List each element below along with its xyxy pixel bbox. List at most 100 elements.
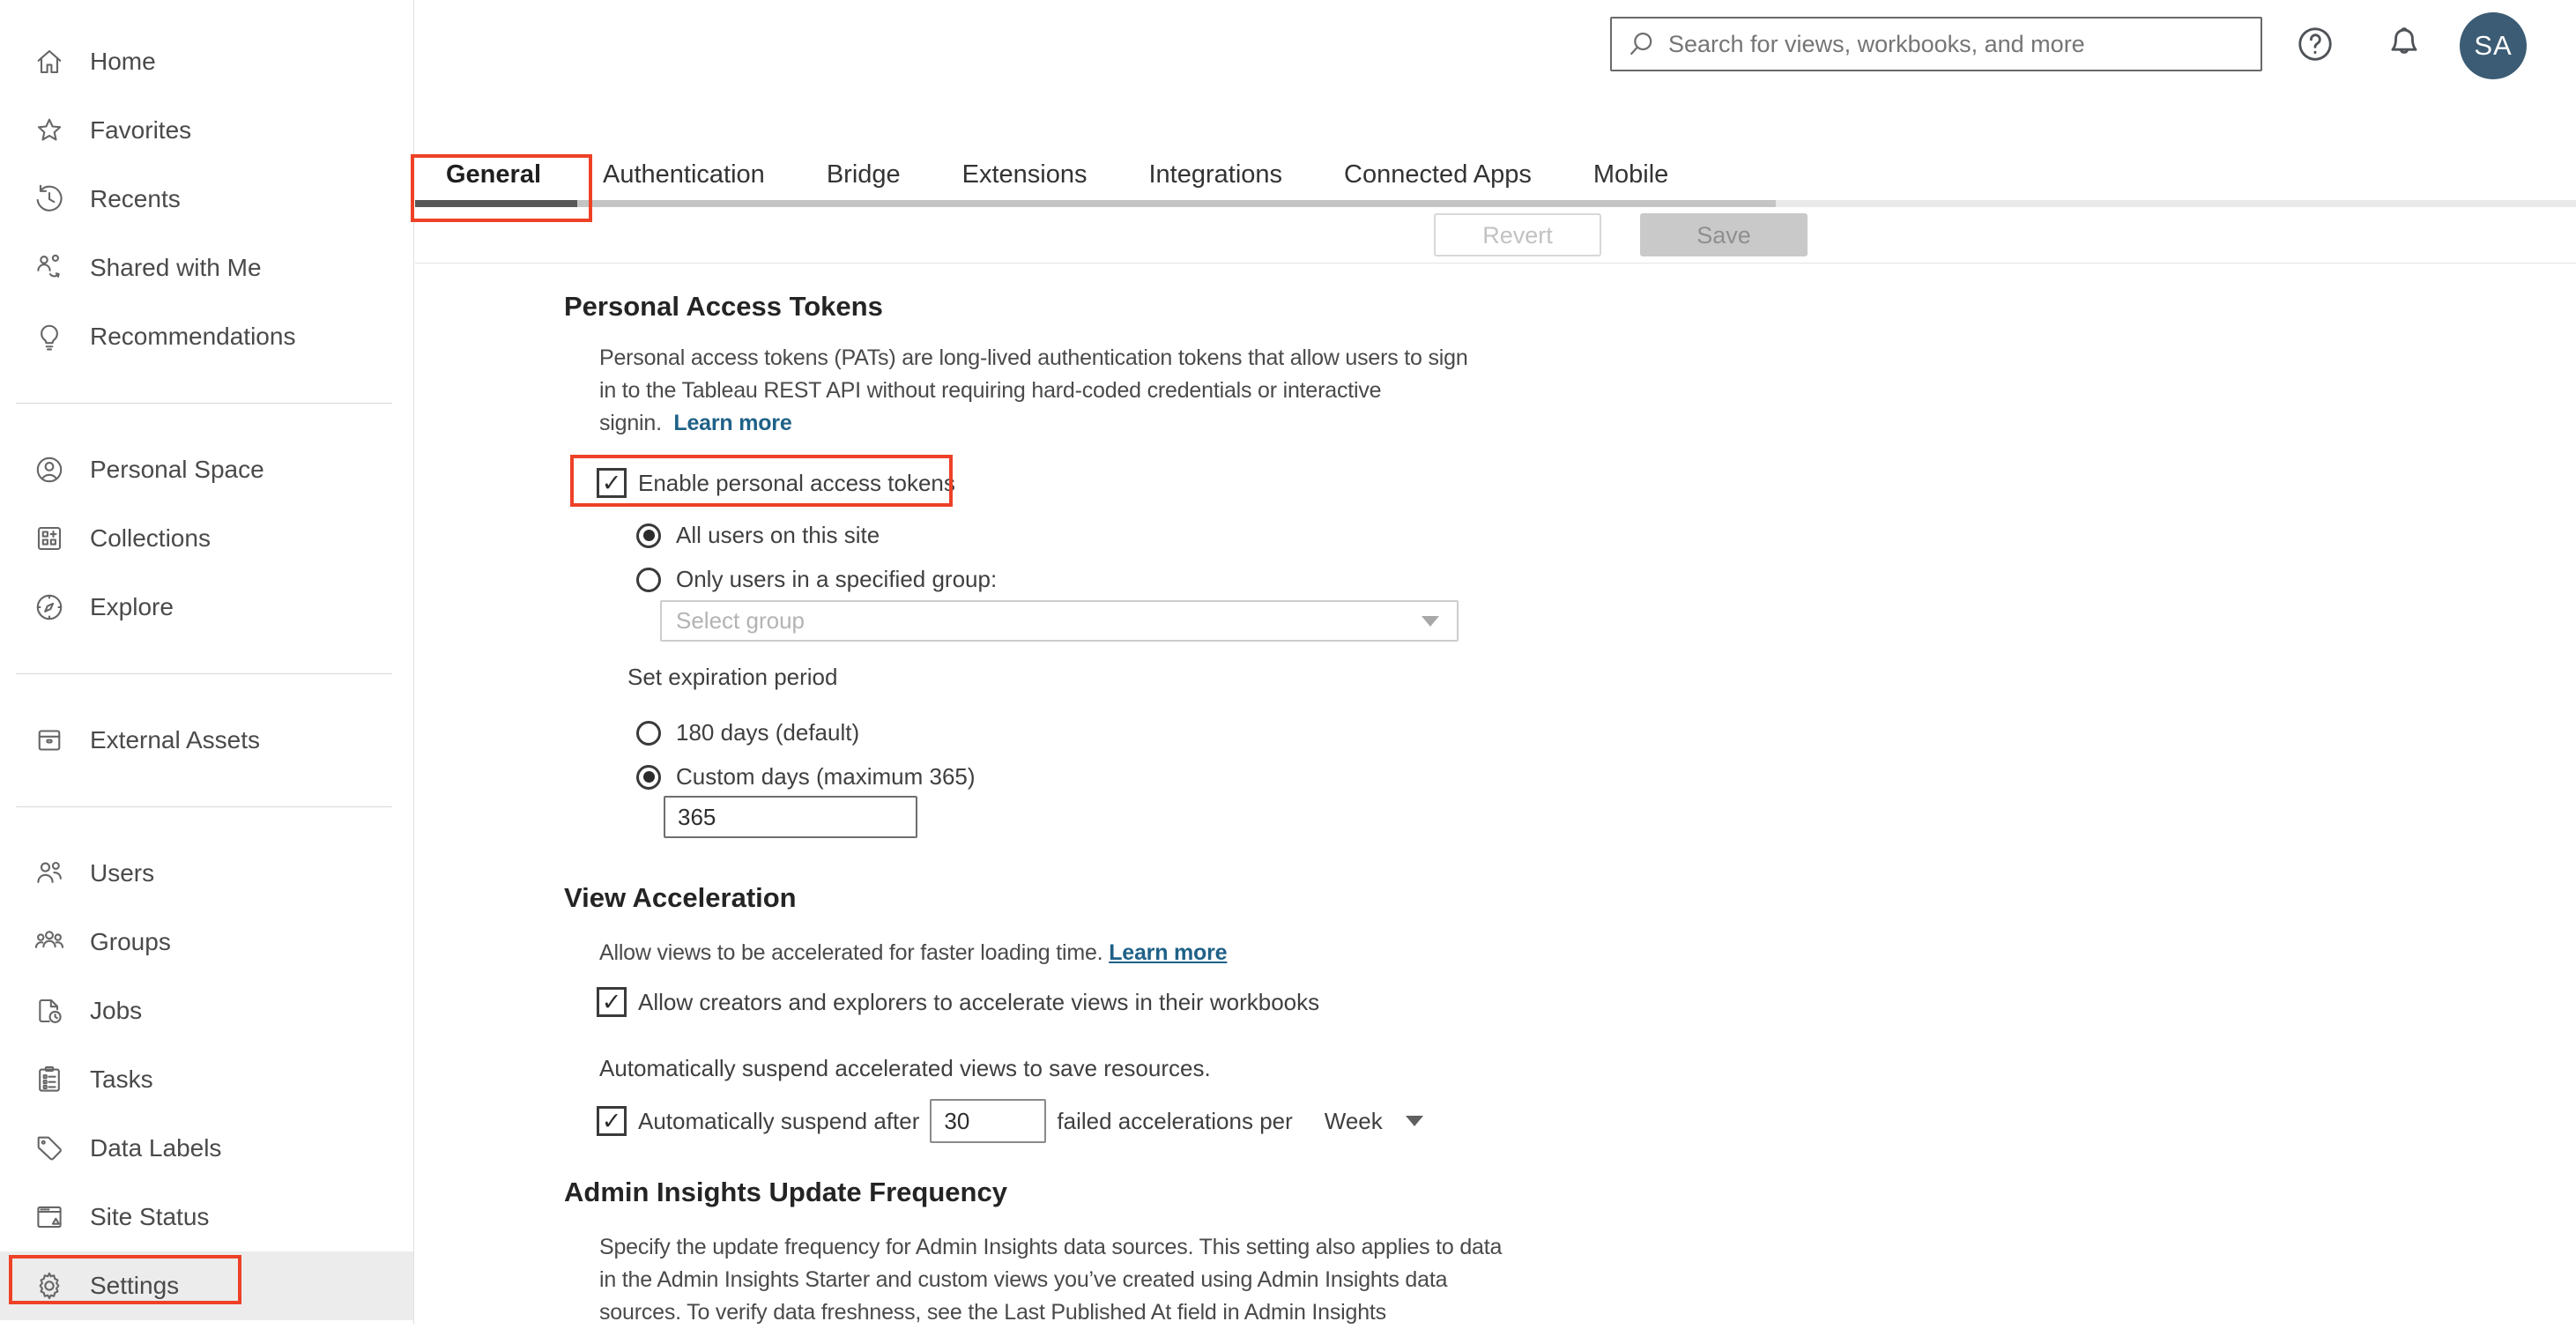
- sidebar-item-label: Recents: [90, 185, 181, 212]
- save-button[interactable]: Save: [1640, 213, 1808, 256]
- recents-icon: [33, 183, 65, 215]
- expiration-period-label: Set expiration period: [627, 664, 838, 690]
- view-acceleration-learn-more-link[interactable]: Learn more: [1109, 940, 1227, 965]
- sidebar-item-tasks[interactable]: Tasks: [0, 1045, 413, 1114]
- star-icon: [33, 115, 65, 146]
- select-group-dropdown[interactable]: Select group: [660, 600, 1459, 642]
- all-users-label: All users on this site: [676, 522, 880, 548]
- suspend-description: Automatically suspend accelerated views …: [599, 1055, 1211, 1081]
- allow-accelerate-row: Allow creators and explorers to accelera…: [597, 987, 1319, 1017]
- sidebar-item-label: Collections: [90, 524, 211, 552]
- collections-icon: [33, 523, 65, 554]
- tab-extensions[interactable]: Extensions: [962, 160, 1088, 189]
- sidebar-item-label: Tasks: [90, 1065, 153, 1093]
- sidebar-item-groups[interactable]: Groups: [0, 908, 413, 976]
- enable-pat-checkbox[interactable]: [597, 468, 627, 498]
- sidebar-item-collections[interactable]: Collections: [0, 504, 413, 573]
- custom-days-label: Custom days (maximum 365): [676, 763, 976, 790]
- avatar[interactable]: SA: [2460, 12, 2527, 79]
- view-acceleration-description-text: Allow views to be accelerated for faster…: [599, 940, 1103, 965]
- specified-group-radio-row: Only users in a specified group:: [636, 566, 997, 593]
- select-group-placeholder: Select group: [676, 607, 805, 634]
- custom-days-radio-row: Custom days (maximum 365): [636, 763, 976, 791]
- sidebar-divider: [16, 673, 392, 674]
- groups-icon: [33, 926, 65, 958]
- shared-icon: [33, 252, 65, 284]
- sidebar-item-label: Data Labels: [90, 1134, 222, 1162]
- site-status-icon: [33, 1201, 65, 1233]
- tab-mobile[interactable]: Mobile: [1593, 160, 1668, 189]
- external-assets-icon: [33, 724, 65, 756]
- tab-bridge[interactable]: Bridge: [827, 160, 901, 189]
- main-area: SA General Authentication Bridge Extensions…: [415, 0, 2576, 1325]
- admin-insights-heading: Admin Insights Update Frequency: [564, 1177, 1007, 1207]
- pat-learn-more-link[interactable]: Learn more: [673, 411, 791, 435]
- pat-description: Personal access tokens (PATs) are long-l…: [599, 342, 1476, 440]
- view-acceleration-description: Allow views to be accelerated for faster…: [599, 937, 1833, 969]
- home-icon: [33, 46, 65, 78]
- auto-suspend-checkbox[interactable]: [597, 1106, 627, 1136]
- specified-group-radio[interactable]: [636, 567, 661, 592]
- admin-insights-description: Specify the update frequency for Admin I…: [599, 1235, 1503, 1325]
- toolbar-divider: [415, 263, 2576, 264]
- sidebar-item-explore[interactable]: Explore: [0, 573, 413, 642]
- auto-suspend-prefix: Automatically suspend after: [638, 1107, 920, 1134]
- sidebar-divider: [16, 806, 392, 807]
- auto-suspend-row: Automatically suspend after failed accel…: [597, 1099, 1423, 1143]
- suspend-period-value: Week: [1324, 1107, 1383, 1134]
- sidebar-item-label: Site Status: [90, 1203, 210, 1230]
- sidebar-item-label: Home: [90, 48, 156, 75]
- chevron-down-icon: [1422, 615, 1439, 627]
- view-acceleration-heading: View Acceleration: [564, 882, 797, 913]
- sidebar-item-personal-space[interactable]: Personal Space: [0, 435, 413, 504]
- failed-accelerations-input[interactable]: [930, 1099, 1047, 1143]
- all-users-radio-row: All users on this site: [636, 522, 880, 549]
- tab-scrollbar-thumb[interactable]: [577, 200, 1776, 207]
- help-icon[interactable]: [2295, 24, 2335, 64]
- sidebar-item-site-status[interactable]: Site Status: [0, 1183, 413, 1251]
- allow-accelerate-checkbox[interactable]: [597, 987, 627, 1017]
- sidebar-item-recents[interactable]: Recents: [0, 165, 413, 234]
- custom-days-input[interactable]: [664, 796, 917, 838]
- sidebar-item-label: External Assets: [90, 726, 260, 754]
- sidebar-item-recommendations[interactable]: Recommendations: [0, 302, 413, 371]
- sidebar-item-label: Shared with Me: [90, 254, 262, 281]
- sidebar-item-shared-with-me[interactable]: Shared with Me: [0, 234, 413, 302]
- sidebar-item-data-labels[interactable]: Data Labels: [0, 1114, 413, 1183]
- sidebar-item-label: Users: [90, 859, 155, 887]
- search-icon: [1626, 29, 1656, 59]
- users-icon: [33, 858, 65, 889]
- revert-button[interactable]: Revert: [1434, 213, 1601, 256]
- all-users-radio[interactable]: [636, 523, 661, 548]
- tab-general[interactable]: General: [446, 160, 541, 189]
- notifications-bell-icon[interactable]: [2384, 22, 2424, 63]
- sidebar-item-label: Settings: [90, 1272, 180, 1299]
- search-input[interactable]: [1668, 30, 2252, 58]
- specified-group-label: Only users in a specified group:: [676, 566, 998, 592]
- tab-scroll-track[interactable]: [415, 200, 2576, 207]
- sidebar-item-jobs[interactable]: Jobs: [0, 976, 413, 1045]
- allow-accelerate-label: Allow creators and explorers to accelera…: [638, 988, 1320, 1015]
- active-tab-indicator: [415, 200, 577, 207]
- enable-pat-row: Enable personal access tokens: [597, 468, 955, 498]
- search-box[interactable]: [1610, 17, 2262, 71]
- sidebar-nav: Home Favorites Recents Shared with Me Recomm…: [0, 0, 414, 1325]
- sidebar-item-external-assets[interactable]: External Assets: [0, 706, 413, 775]
- tab-connected-apps[interactable]: Connected Apps: [1344, 160, 1532, 189]
- sidebar-item-favorites[interactable]: Favorites: [0, 96, 413, 165]
- sidebar-item-settings[interactable]: Settings: [0, 1251, 413, 1320]
- tasks-icon: [33, 1064, 65, 1095]
- explore-icon: [33, 591, 65, 623]
- sidebar-divider: [16, 403, 392, 404]
- pat-section-heading: Personal Access Tokens: [564, 291, 883, 322]
- lightbulb-icon: [33, 321, 65, 353]
- suspend-period-dropdown[interactable]: Week: [1325, 1108, 1423, 1135]
- auto-suspend-suffix: failed accelerations per: [1057, 1107, 1293, 1134]
- tab-integrations[interactable]: Integrations: [1149, 160, 1283, 189]
- sidebar-item-users[interactable]: Users: [0, 839, 413, 908]
- default-days-radio-row: 180 days (default): [636, 719, 859, 746]
- default-days-radio[interactable]: [636, 720, 661, 746]
- custom-days-radio[interactable]: [636, 764, 661, 790]
- tab-authentication[interactable]: Authentication: [603, 160, 765, 189]
- sidebar-item-home[interactable]: Home: [0, 27, 413, 96]
